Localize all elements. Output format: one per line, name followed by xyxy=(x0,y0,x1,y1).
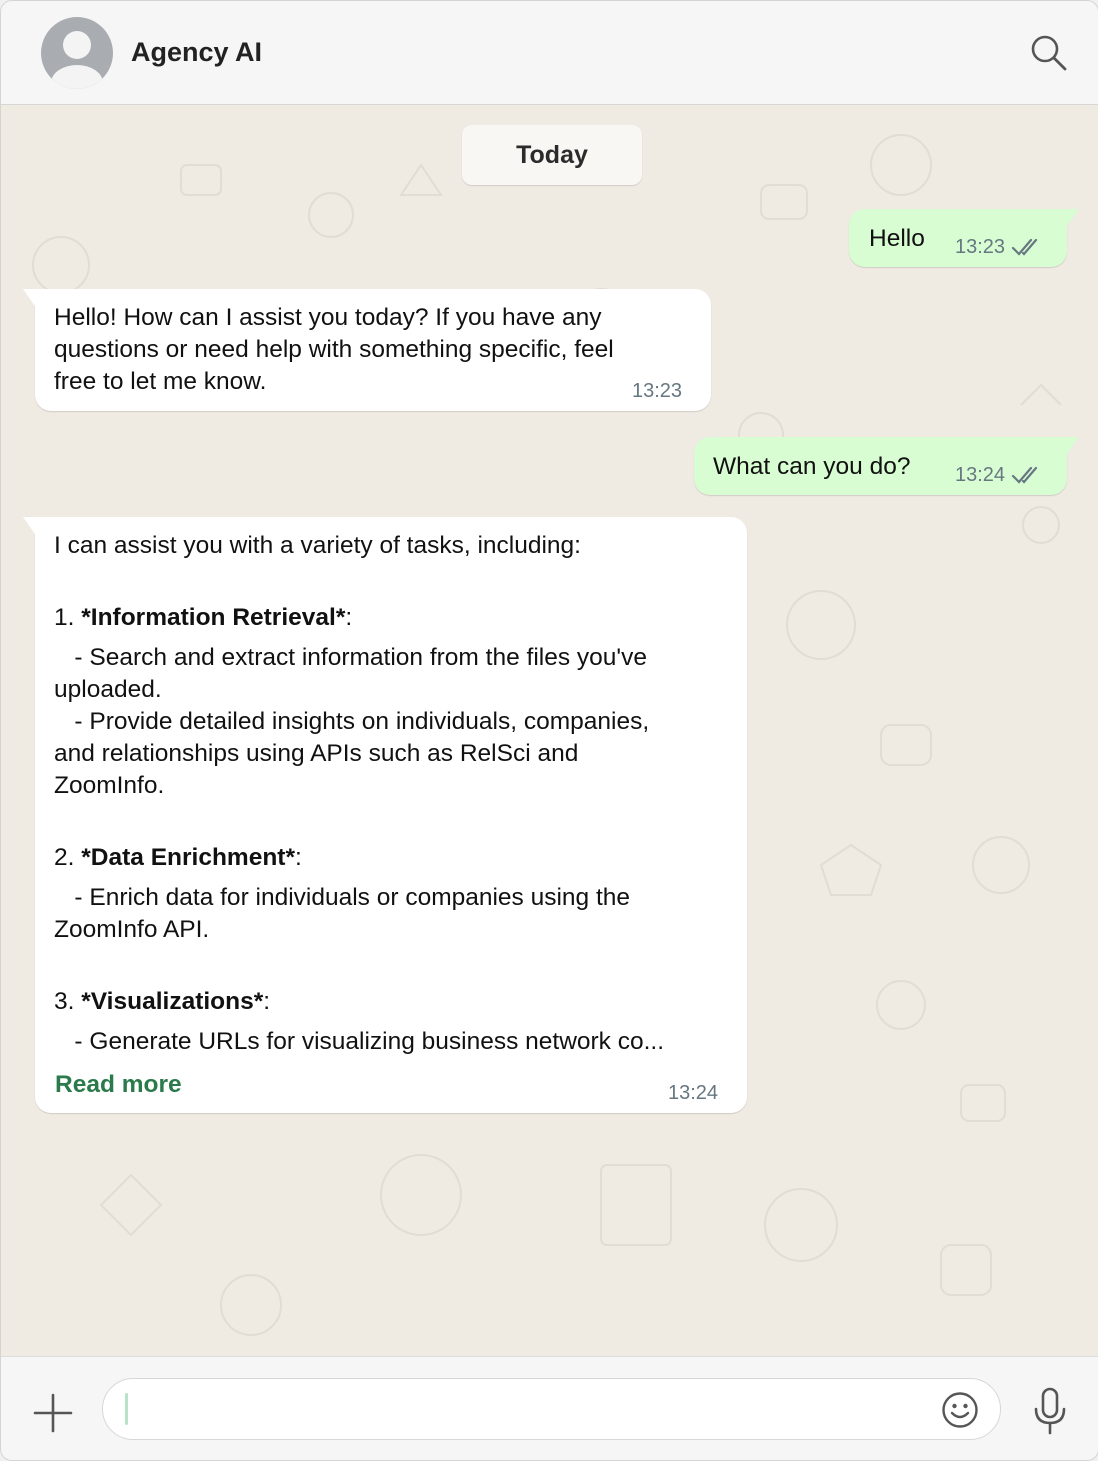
bubble-tail xyxy=(23,289,37,309)
bubble-tail xyxy=(1065,209,1079,229)
list-item: 3. *Visualizations*: - Generate URLs for… xyxy=(54,986,744,1058)
message-time: 13:24 xyxy=(668,1082,719,1104)
voice-message-button[interactable] xyxy=(1031,1387,1069,1437)
emoji-button[interactable] xyxy=(941,1391,979,1429)
list-item: 2. *Data Enrichment*: - Enrich data for … xyxy=(54,842,744,946)
message-time: 13:23 xyxy=(632,380,683,402)
composer-bar xyxy=(1,1356,1098,1460)
message-time: 13:24 xyxy=(955,464,1006,486)
attach-button[interactable] xyxy=(31,1391,75,1435)
incoming-message[interactable]: I can assist you with a variety of tasks… xyxy=(23,517,747,1113)
chat-window: Agency AI Today Hello 13:23 Hello! How c… xyxy=(0,0,1098,1461)
list-item-colon: : xyxy=(345,604,353,631)
message-time: 13:23 xyxy=(955,236,1006,258)
double-check-read-icon xyxy=(1011,466,1038,484)
list-item-colon: : xyxy=(295,844,302,871)
outgoing-message[interactable]: What can you do? 13:24 xyxy=(694,437,1079,495)
message-text: What can you do? xyxy=(713,453,911,480)
plus-icon xyxy=(33,1393,73,1433)
list-item-body: - Enrich data for individuals or compani… xyxy=(54,884,631,943)
message-intro: I can assist you with a variety of tasks… xyxy=(54,532,581,559)
message-meta: 13:24 xyxy=(955,459,1043,491)
read-more-link[interactable]: Read more xyxy=(55,1069,182,1101)
message-meta: 13:23 xyxy=(632,375,682,407)
message-input[interactable] xyxy=(123,1389,927,1431)
message-body: I can assist you with a variety of tasks… xyxy=(54,530,744,1058)
list-item-colon: : xyxy=(263,988,271,1015)
list-item-heading: 3. *Visualizations*: xyxy=(54,986,744,1018)
message-meta: 13:23 xyxy=(955,231,1043,263)
list-item-title: *Information Retrieval* xyxy=(81,604,346,631)
bubble-tail xyxy=(1065,437,1079,457)
search-icon xyxy=(1031,35,1067,71)
default-user-avatar-icon xyxy=(51,31,103,89)
list-item-body: - Search and extract information from th… xyxy=(54,644,650,799)
microphone-icon xyxy=(1034,1387,1066,1435)
list-item-title: *Data Enrichment* xyxy=(81,844,296,871)
message-list[interactable]: Today Hello 13:23 Hello! How can I assis… xyxy=(1,105,1098,1357)
bubble-tail xyxy=(23,517,37,537)
double-check-read-icon xyxy=(1011,238,1038,256)
emoji-smiley-icon xyxy=(942,1392,978,1428)
list-item-number: 2. xyxy=(54,844,82,871)
message-text: Hello! How can I assist you today? If yo… xyxy=(54,304,614,395)
message-text: Hello xyxy=(869,225,925,252)
outgoing-message[interactable]: Hello 13:23 xyxy=(849,209,1079,267)
search-button[interactable] xyxy=(1029,33,1069,73)
avatar[interactable] xyxy=(41,17,113,89)
message-meta: 13:24 xyxy=(668,1077,718,1109)
list-item-number: 1. xyxy=(54,604,82,631)
list-item-heading: 2. *Data Enrichment*: xyxy=(54,842,744,874)
list-item-body: - Generate URLs for visualizing business… xyxy=(54,1028,665,1055)
contact-name[interactable]: Agency AI xyxy=(131,37,262,68)
date-separator: Today xyxy=(462,125,642,185)
message-input-container[interactable] xyxy=(102,1378,1001,1440)
list-item-heading: 1. *Information Retrieval*: xyxy=(54,602,744,634)
list-item-title: *Visualizations* xyxy=(81,988,264,1015)
chat-header: Agency AI xyxy=(1,1,1098,105)
list-item: 1. *Information Retrieval*: - Search and… xyxy=(54,602,744,802)
list-item-number: 3. xyxy=(54,988,82,1015)
incoming-message[interactable]: Hello! How can I assist you today? If yo… xyxy=(23,289,711,411)
